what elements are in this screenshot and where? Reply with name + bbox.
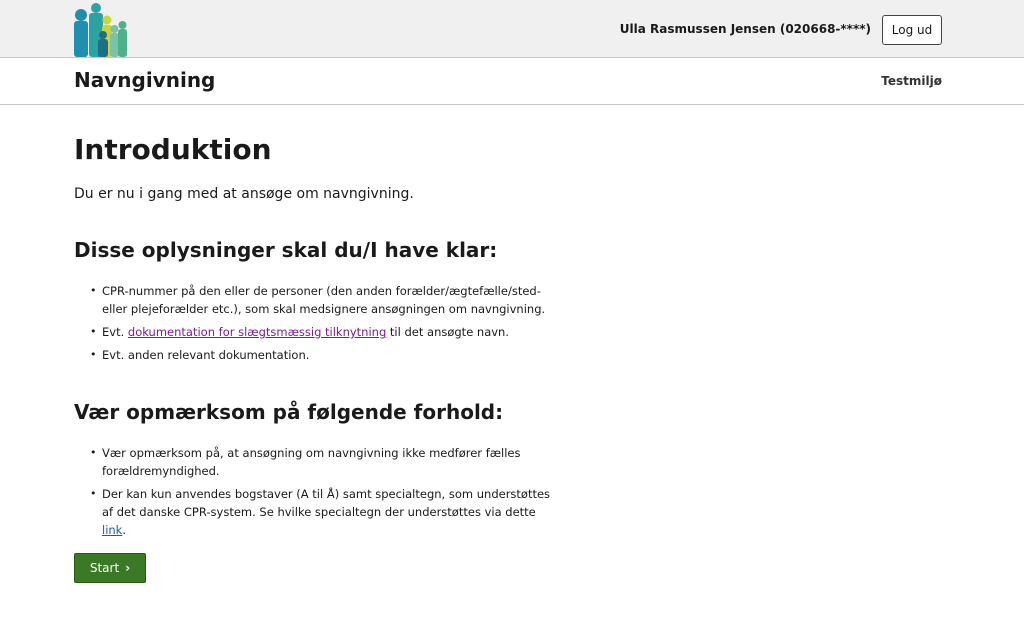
app-bar: Navngivning Testmiljø	[0, 58, 1024, 105]
page-title: Introduktion	[74, 133, 272, 166]
documentation-link[interactable]: dokumentation for slægtsmæssig tilknytni…	[128, 325, 386, 339]
requirements-list: CPR-nummer på den eller de personer (den…	[74, 282, 554, 364]
family-logo-icon[interactable]	[74, 3, 128, 57]
chevron-right-icon: ›	[125, 561, 131, 575]
logout-button[interactable]: Log ud	[882, 15, 942, 45]
environment-label: Testmiljø	[881, 74, 942, 88]
list-item: Evt. dokumentation for slægtsmæssig tilk…	[74, 323, 554, 341]
top-header: Ulla Rasmussen Jensen (020668-****) Log …	[0, 0, 1024, 58]
start-button[interactable]: Start ›	[74, 553, 146, 583]
list-item: Vær opmærksom på, at ansøgning om navngi…	[74, 444, 554, 480]
user-name-label: Ulla Rasmussen Jensen (020668-****)	[619, 22, 871, 36]
app-title: Navngivning	[74, 68, 216, 92]
special-characters-link[interactable]: link	[102, 523, 122, 537]
section-heading-notes: Vær opmærksom på følgende forhold:	[74, 400, 504, 424]
list-item: Der kan kun anvendes bogstaver (A til Å)…	[74, 485, 554, 539]
list-item: Evt. anden relevant dokumentation.	[74, 346, 554, 364]
section-heading-requirements: Disse oplysninger skal du/I have klar:	[74, 238, 498, 262]
notes-list: Vær opmærksom på, at ansøgning om navngi…	[74, 444, 554, 539]
list-item: CPR-nummer på den eller de personer (den…	[74, 282, 554, 318]
main-content: Introduktion Du er nu i gang med at ansø…	[74, 132, 554, 544]
intro-text: Du er nu i gang med at ansøge om navngiv…	[74, 186, 414, 202]
start-button-label: Start	[89, 561, 120, 575]
